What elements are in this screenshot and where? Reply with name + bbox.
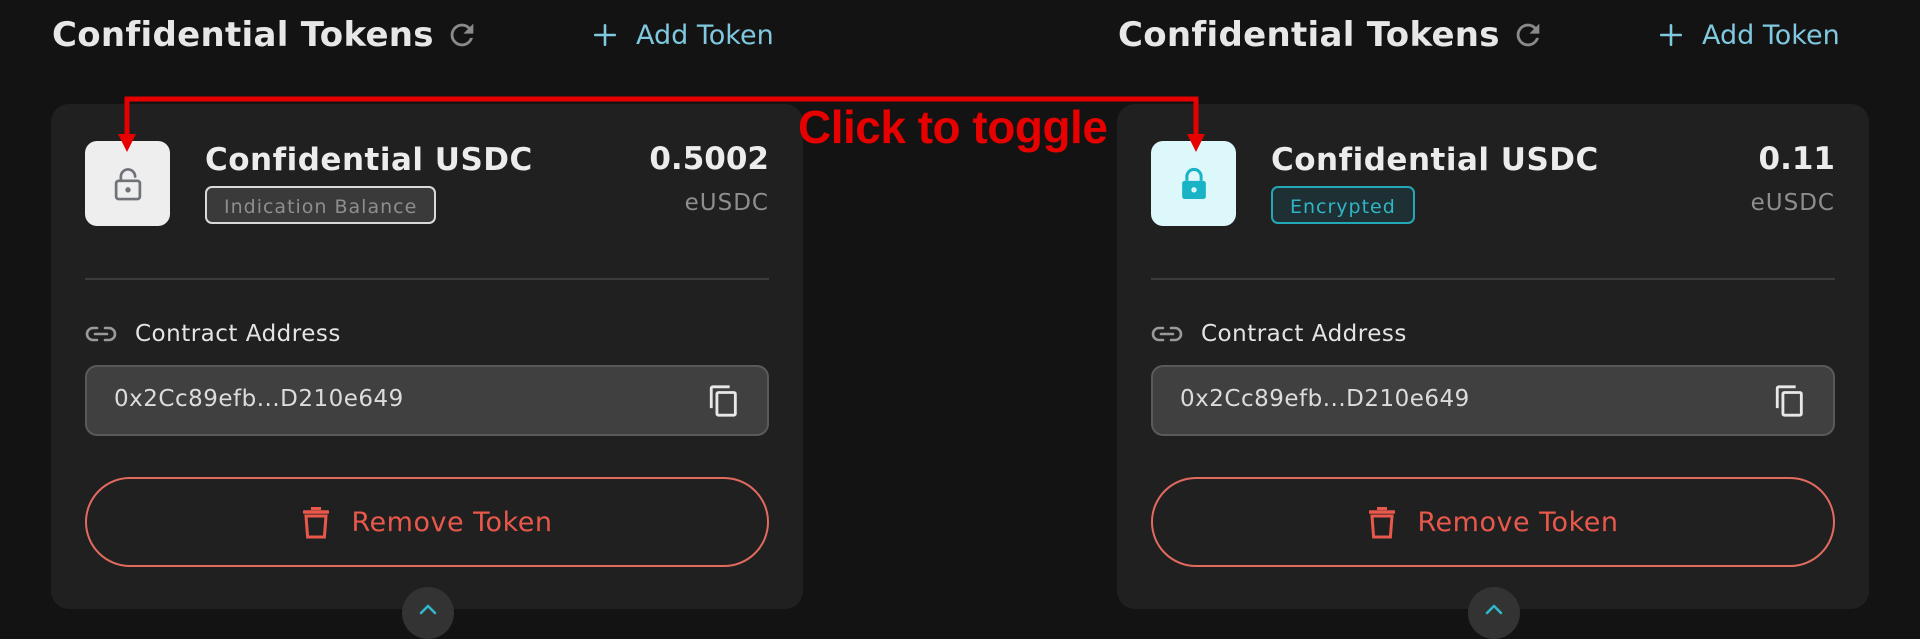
refresh-icon[interactable] [445,18,479,52]
divider [1151,278,1835,280]
balance-amount: 0.11 [1758,141,1836,177]
remove-token-button[interactable]: Remove Token [85,477,769,567]
panel-header: Confidential Tokens Add Token [1066,0,1920,70]
add-token-label: Add Token [1702,19,1840,51]
contract-address-label-row: Contract Address [85,316,341,352]
link-icon [85,326,117,342]
annotation-text: Click to toggle [798,101,1108,153]
panel-header: Confidential Tokens Add Token [0,0,860,70]
add-token-label: Add Token [636,19,774,51]
copy-icon[interactable] [1773,383,1807,419]
balance-amount: 0.5002 [649,141,769,177]
lock-open-icon [114,167,141,200]
token-name: Confidential USDC [205,142,533,178]
contract-address-field: 0x2Cc89efb...D210e649 [1151,365,1835,436]
add-token-button[interactable]: Add Token [592,14,774,56]
add-token-button[interactable]: Add Token [1658,14,1840,56]
link-icon [1151,326,1183,342]
remove-token-label: Remove Token [351,506,553,538]
lock-toggle-button[interactable] [1151,141,1236,226]
contract-address-field: 0x2Cc89efb...D210e649 [85,365,769,436]
trash-icon [302,507,329,539]
trash-icon [1368,507,1395,539]
remove-token-button[interactable]: Remove Token [1151,477,1835,567]
section-title: Confidential Tokens [52,15,434,55]
lock-icon [1181,167,1206,199]
expand-button[interactable] [402,587,454,639]
chevron-up-icon [1485,604,1503,615]
token-name: Confidential USDC [1271,142,1599,178]
status-badge: Indication Balance [205,186,437,224]
contract-address-value: 0x2Cc89efb...D210e649 [1180,386,1470,412]
status-badge: Encrypted [1271,186,1415,224]
contract-address-label: Contract Address [135,321,341,347]
token-card: Confidential USDC Indication Balance 0.5… [51,104,803,639]
balance-unit: eUSDC [1750,190,1835,216]
token-card: Confidential USDC Encrypted 0.11 eUSDC C… [1117,104,1869,639]
token-panel-left: Confidential Tokens Add Token Confidenti… [0,0,860,639]
copy-icon[interactable] [707,383,741,419]
expand-button[interactable] [1468,587,1520,639]
token-panel-right: Confidential Tokens Add Token Confidenti… [1066,0,1920,639]
contract-address-label: Contract Address [1201,321,1407,347]
contract-address-label-row: Contract Address [1151,316,1407,352]
refresh-icon[interactable] [1511,18,1545,52]
lock-toggle-button[interactable] [85,141,170,226]
balance-unit: eUSDC [684,190,769,216]
chevron-up-icon [419,604,437,615]
remove-token-label: Remove Token [1417,506,1619,538]
divider [85,278,769,280]
section-title: Confidential Tokens [1118,15,1500,55]
plus-icon [593,23,617,47]
plus-icon [1659,23,1683,47]
contract-address-value: 0x2Cc89efb...D210e649 [114,386,404,412]
